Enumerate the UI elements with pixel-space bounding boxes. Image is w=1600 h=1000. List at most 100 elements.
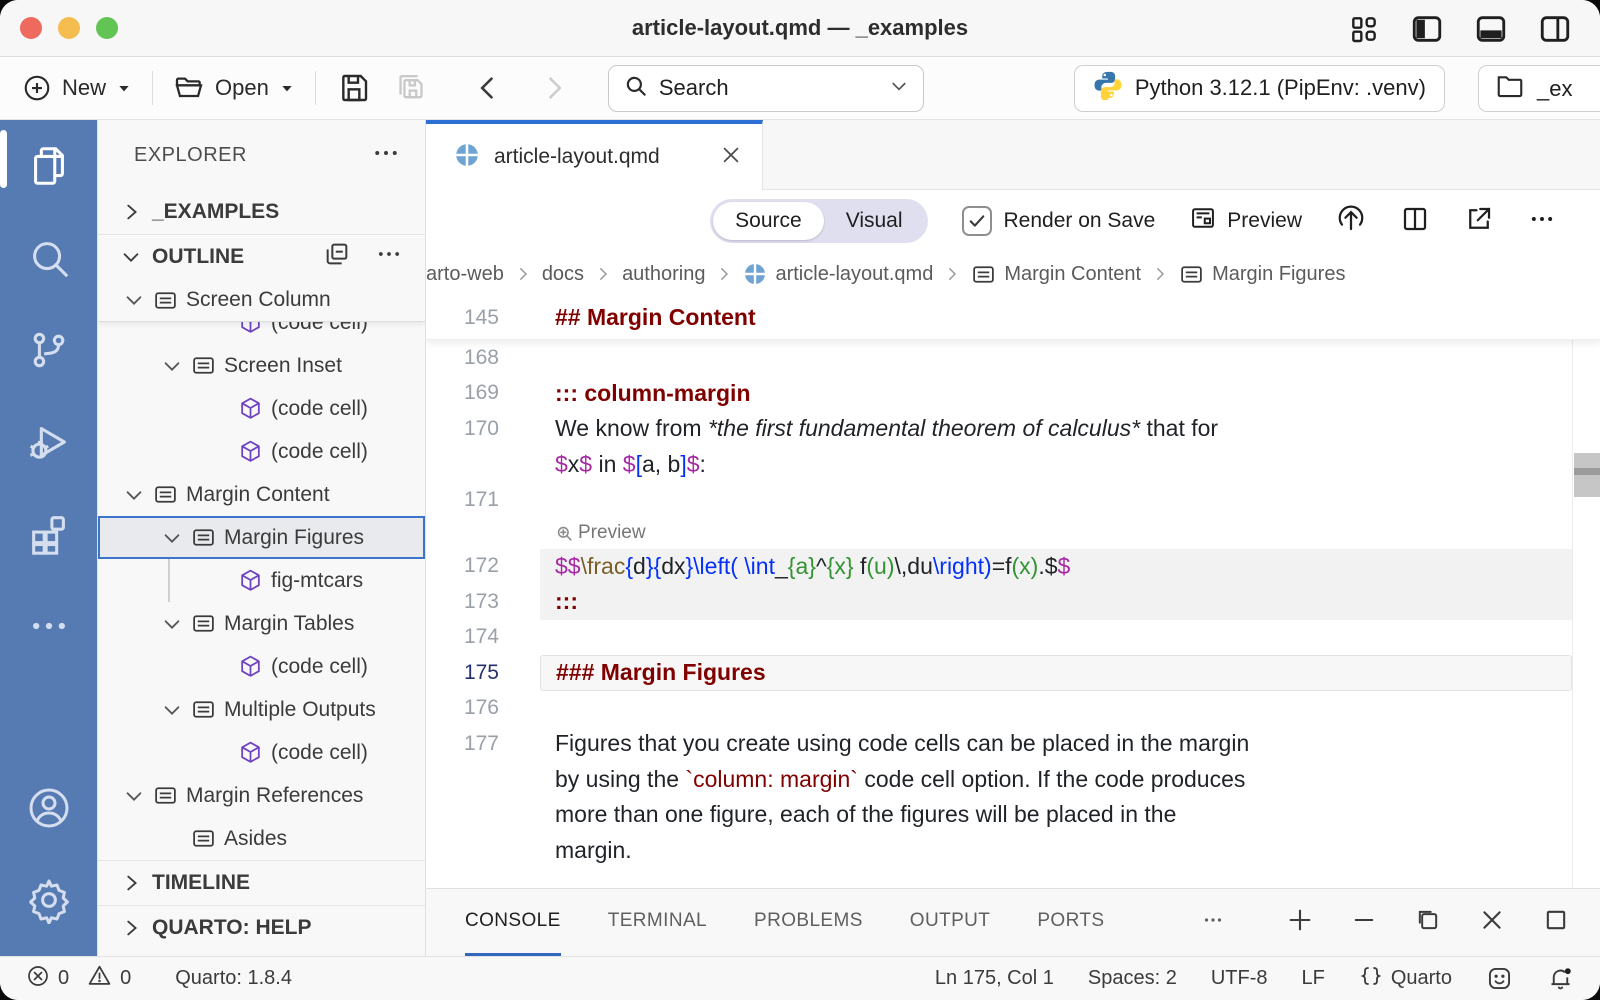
open-button[interactable]: Open xyxy=(163,72,305,104)
visual-mode-button[interactable]: Visual xyxy=(824,202,925,240)
code-line[interactable]: 168 xyxy=(426,340,1600,376)
encoding-status[interactable]: UTF-8 xyxy=(1211,967,1268,990)
sidebar-section-outline[interactable]: OUTLINE xyxy=(98,235,425,279)
panel-minimize-icon[interactable] xyxy=(1350,906,1378,939)
code-line[interactable]: margin. xyxy=(426,833,1600,869)
code-line[interactable]: 170We know from *the first fundamental t… xyxy=(426,411,1600,447)
collapse-all-icon[interactable] xyxy=(323,240,351,274)
notifications-bell-icon[interactable] xyxy=(1547,965,1574,992)
render-on-save-control[interactable]: Render on Save xyxy=(962,206,1156,236)
outline-item-margin-content[interactable]: Margin Content xyxy=(98,473,425,516)
code-editor[interactable]: 145## Margin Content168169::: column-mar… xyxy=(426,296,1600,888)
panel-tab-output[interactable]: OUTPUT xyxy=(910,890,991,956)
sticky-code-line[interactable]: 145## Margin Content xyxy=(426,296,1600,340)
eol-status[interactable]: LF xyxy=(1302,967,1325,990)
open-external-icon[interactable] xyxy=(1464,204,1494,239)
chevron-down-icon[interactable] xyxy=(161,527,183,549)
save-all-button[interactable] xyxy=(382,71,440,105)
outline-item--code-cell-[interactable]: (code cell) xyxy=(98,387,425,430)
preview-button[interactable]: Preview xyxy=(1189,204,1302,238)
code-line[interactable]: by using the `column: margin` code cell … xyxy=(426,762,1600,798)
panel-tab-terminal[interactable]: TERMINAL xyxy=(608,890,707,956)
code-line[interactable]: 177Figures that you create using code ce… xyxy=(426,726,1600,762)
editor-more-actions-icon[interactable] xyxy=(1528,205,1556,238)
code-line[interactable]: $x$ in $[a, b]$: xyxy=(426,447,1600,483)
python-interpreter-button[interactable]: Python 3.12.1 (PipEnv: .venv) xyxy=(1074,65,1445,112)
chevron-down-icon[interactable] xyxy=(161,355,183,377)
workspace-folder-button[interactable]: _ex xyxy=(1478,65,1600,112)
breadcrumb-item[interactable]: article-layout.qmd xyxy=(743,262,933,286)
outline-item-margin-tables[interactable]: Margin Tables xyxy=(98,602,425,645)
sidebar-section-examples[interactable]: _EXAMPLES xyxy=(98,190,425,234)
chevron-down-icon[interactable] xyxy=(123,289,145,311)
problems-status[interactable]: 0 0 xyxy=(26,963,131,994)
panel-tab-ports[interactable]: PORTS xyxy=(1037,890,1104,956)
sidebar-section-timeline[interactable]: TIMELINE xyxy=(98,861,425,905)
panel-more-tabs-icon[interactable] xyxy=(1200,907,1226,938)
breadcrumb-item[interactable]: docs xyxy=(542,263,584,286)
code-line[interactable]: 171 xyxy=(426,482,1600,518)
outline-item-multiple-outputs[interactable]: Multiple Outputs xyxy=(98,688,425,731)
code-line[interactable]: more than one figure, each of the figure… xyxy=(426,797,1600,833)
code-line[interactable]: 174 xyxy=(426,620,1600,656)
indentation-status[interactable]: Spaces: 2 xyxy=(1088,967,1177,990)
outline-item-screen-column[interactable]: Screen Column xyxy=(98,279,425,322)
new-button[interactable]: New xyxy=(12,73,142,103)
render-on-save-checkbox[interactable] xyxy=(962,206,992,236)
close-tab-icon[interactable] xyxy=(720,144,742,171)
cursor-position-status[interactable]: Ln 175, Col 1 xyxy=(935,967,1054,990)
feedback-smiley-icon[interactable] xyxy=(1486,965,1513,992)
panel-new-icon[interactable] xyxy=(1286,906,1314,939)
scrollbar-thumb[interactable] xyxy=(1574,453,1600,497)
outline-item--code-cell-[interactable]: (code cell) xyxy=(98,322,425,344)
outline-item-asides[interactable]: Asides xyxy=(98,817,425,860)
breadcrumb-item[interactable]: Margin Content xyxy=(971,262,1141,287)
search-view-icon[interactable] xyxy=(0,212,97,304)
panel-restore-icon[interactable] xyxy=(1414,906,1442,939)
math-preview-peek[interactable]: Preview xyxy=(426,518,1600,549)
source-mode-button[interactable]: Source xyxy=(713,202,824,240)
chevron-down-icon[interactable] xyxy=(123,484,145,506)
save-button[interactable] xyxy=(326,72,382,104)
code-line[interactable]: 172$$\frac{d}{dx}\left( \int_{a}^{x} f(u… xyxy=(426,549,1600,585)
chevron-down-icon[interactable] xyxy=(161,613,183,635)
navigate-forward-button[interactable] xyxy=(528,74,580,102)
search-scope-chevron-icon[interactable] xyxy=(889,76,909,101)
explorer-more-actions-icon[interactable] xyxy=(371,138,401,173)
code-line[interactable]: 175### Margin Figures xyxy=(426,655,1600,691)
language-mode-status[interactable]: Quarto xyxy=(1359,964,1452,994)
account-icon[interactable] xyxy=(0,762,97,854)
toggle-panel-icon[interactable] xyxy=(1474,12,1508,46)
outline-more-actions-icon[interactable] xyxy=(375,240,403,274)
outline-item--code-cell-[interactable]: (code cell) xyxy=(98,430,425,473)
outline-item-margin-figures[interactable]: Margin Figures xyxy=(98,516,425,559)
customize-layout-icon[interactable] xyxy=(1348,13,1380,45)
outline-item--code-cell-[interactable]: (code cell) xyxy=(98,645,425,688)
tab-article-layout[interactable]: article-layout.qmd xyxy=(426,120,763,190)
panel-tab-problems[interactable]: PROBLEMS xyxy=(754,890,863,956)
sidebar-section-quarto-help[interactable]: QUARTO: HELP xyxy=(98,906,425,950)
panel-close-icon[interactable] xyxy=(1478,906,1506,939)
code-line[interactable]: 169::: column-margin xyxy=(426,376,1600,412)
panel-tab-console[interactable]: CONSOLE xyxy=(465,890,561,956)
search-input[interactable]: Search xyxy=(608,65,924,112)
source-control-icon[interactable] xyxy=(0,304,97,396)
render-publish-icon[interactable] xyxy=(1336,204,1366,239)
panel-maximize-icon[interactable] xyxy=(1542,906,1570,939)
run-debug-icon[interactable] xyxy=(0,396,97,488)
chevron-down-icon[interactable] xyxy=(123,785,145,807)
breadcrumb-item[interactable]: arto-web xyxy=(426,263,504,286)
navigate-back-button[interactable] xyxy=(462,74,514,102)
chevron-down-icon[interactable] xyxy=(161,699,183,721)
settings-gear-icon[interactable] xyxy=(0,854,97,946)
more-views-icon[interactable] xyxy=(0,580,97,672)
split-editor-icon[interactable] xyxy=(1400,204,1430,239)
code-line[interactable]: 176 xyxy=(426,691,1600,727)
outline-item--code-cell-[interactable]: (code cell) xyxy=(98,731,425,774)
breadcrumb-item[interactable]: Margin Figures xyxy=(1179,262,1345,287)
outline-item-screen-inset[interactable]: Screen Inset xyxy=(98,344,425,387)
explorer-icon[interactable] xyxy=(0,120,97,212)
extensions-icon[interactable] xyxy=(0,488,97,580)
code-line[interactable]: 173::: xyxy=(426,584,1600,620)
breadcrumb-item[interactable]: authoring xyxy=(622,263,705,286)
